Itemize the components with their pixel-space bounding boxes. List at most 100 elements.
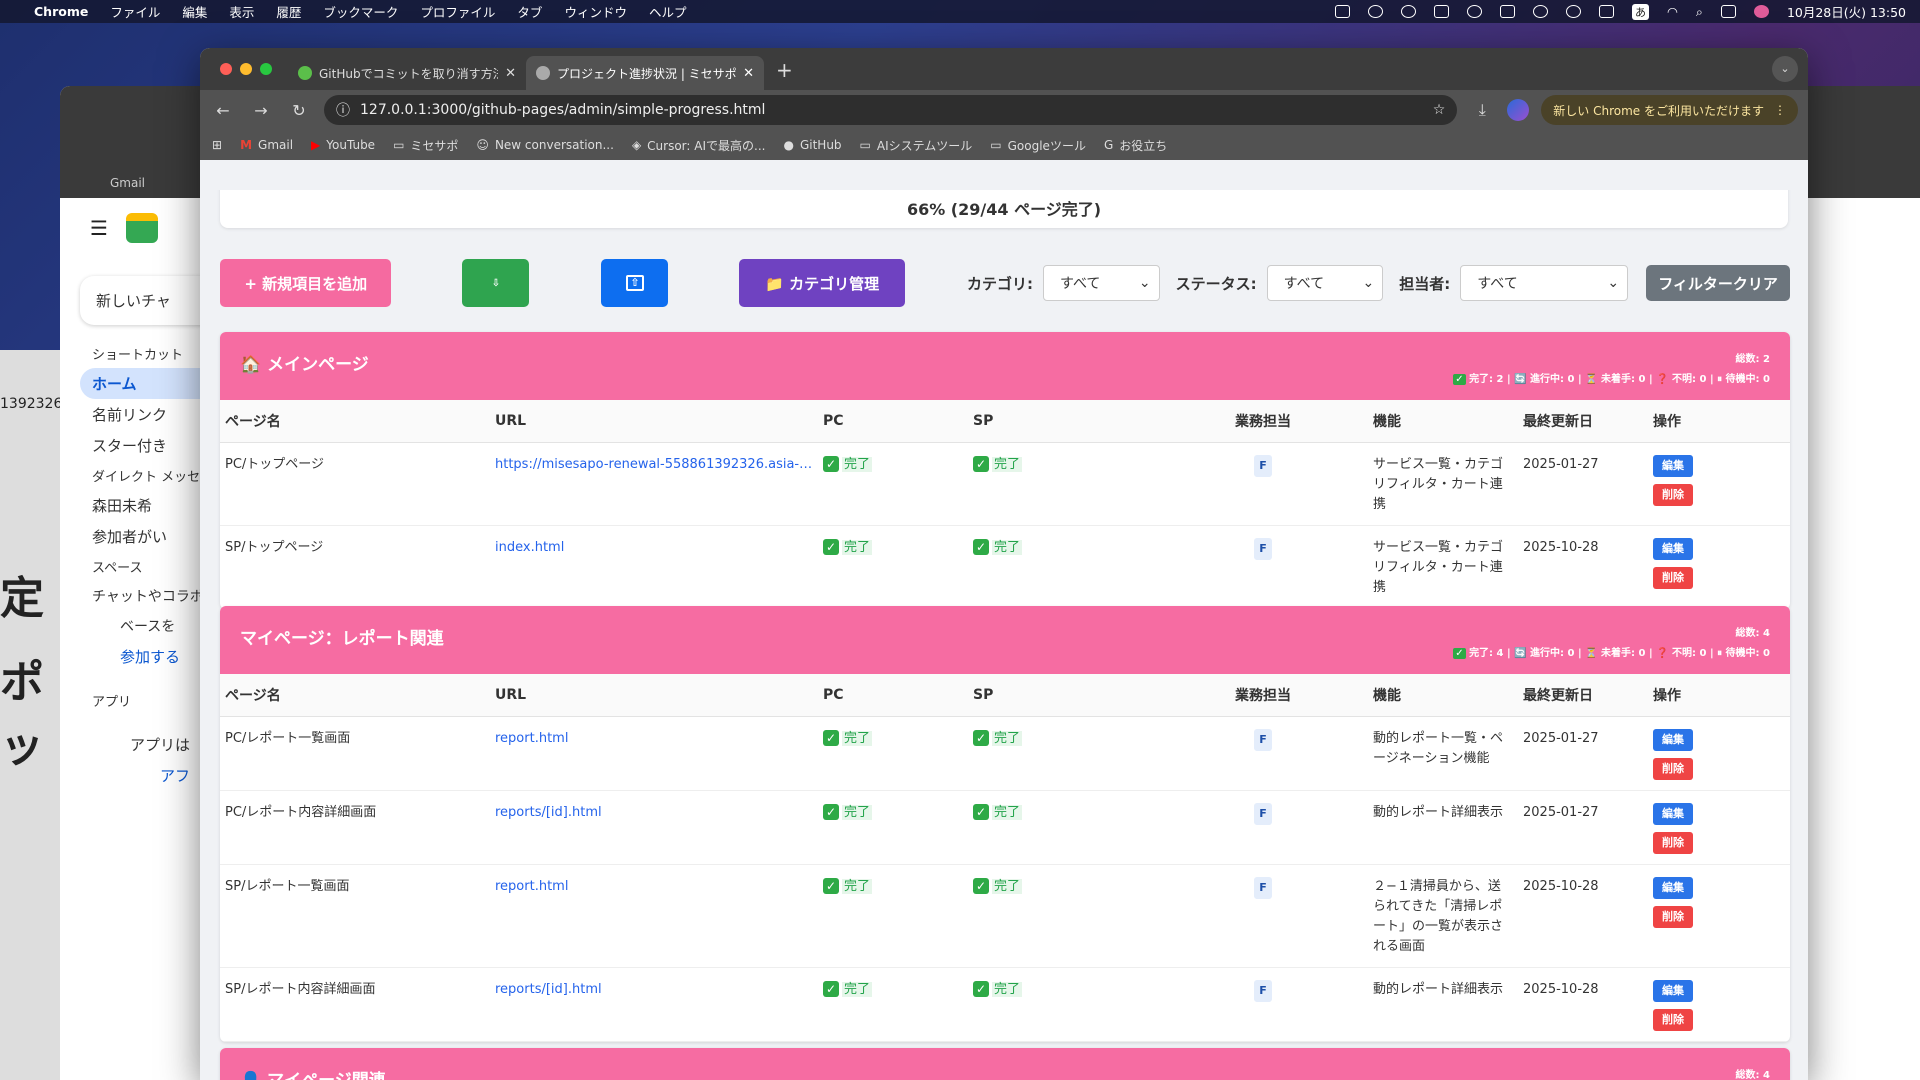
menu-edit[interactable]: 編集 <box>182 2 207 21</box>
control-center-icon[interactable] <box>1720 5 1736 18</box>
menu-file[interactable]: ファイル <box>110 2 160 21</box>
url-link[interactable]: reports/[id].html <box>490 790 818 865</box>
bookmark-youtube[interactable]: ▶ YouTube <box>311 138 375 152</box>
headphones-icon[interactable] <box>1401 5 1416 18</box>
delete-button[interactable]: 削除 <box>1653 566 1693 589</box>
add-item-button[interactable]: + 新規項目を追加 <box>220 259 392 307</box>
new-tab-button[interactable]: + <box>764 58 805 90</box>
site-info-icon[interactable]: ⓘ <box>336 100 350 120</box>
close-tab-icon[interactable]: ✕ <box>743 66 754 81</box>
updated-cell: 2025-01-27 <box>1518 790 1648 865</box>
bookmark-ai-tools[interactable]: ▭ AIシステムツール <box>860 137 973 154</box>
display-icon[interactable] <box>1599 5 1614 18</box>
search-icon[interactable]: ⌕ <box>1696 4 1703 20</box>
download-button[interactable]: ⇩ <box>462 259 530 307</box>
url-link[interactable]: index.html <box>490 525 818 609</box>
status-badge: ✓ 完了 <box>973 729 1023 746</box>
url-link[interactable]: report.html <box>490 716 818 791</box>
menu-tab[interactable]: タブ <box>517 2 542 21</box>
actions-cell: 編集 削除 <box>1648 967 1790 1042</box>
menu-app-name[interactable]: Chrome <box>34 4 88 19</box>
bookmark-label: New conversation... <box>494 138 614 152</box>
menu-help[interactable]: ヘルプ <box>649 2 687 21</box>
category-filter-select[interactable]: すべて ⌄ <box>1042 265 1160 301</box>
url-link[interactable]: reports/[id].html <box>490 967 818 1042</box>
filter-clear-button[interactable]: フィルタークリア <box>1646 265 1790 301</box>
bookmark-gmail[interactable]: Gmail <box>110 176 145 190</box>
category-manage-button[interactable]: 📁 カテゴリ管理 <box>739 259 905 307</box>
tab-search-icon[interactable]: ⌄ <box>1772 56 1798 82</box>
menu-clock[interactable]: 10月28日(火) 13:50 <box>1787 2 1906 21</box>
edit-button[interactable]: 編集 <box>1653 454 1693 477</box>
tab-github[interactable]: GitHubでコミットを取り消す方法 ✕ <box>288 56 526 90</box>
bookmark-misesapo[interactable]: ▭ ミセサポ <box>393 137 458 154</box>
edit-button[interactable]: 編集 <box>1653 979 1693 1002</box>
ime-indicator[interactable]: あ <box>1632 3 1649 20</box>
status-filter-select[interactable]: すべて ⌄ <box>1266 265 1384 301</box>
address-bar[interactable]: ⓘ 127.0.0.1:3000/github-pages/admin/simp… <box>324 95 1458 125</box>
tab-progress[interactable]: プロジェクト進捗状況 | ミセサポ ✕ <box>526 56 764 90</box>
edit-button[interactable]: 編集 <box>1653 802 1693 825</box>
column-header: 業務担当 <box>1158 400 1368 443</box>
apps-grid-icon[interactable]: ⊞ <box>212 138 222 152</box>
more-menu-icon[interactable]: ⋮ <box>1774 103 1786 117</box>
address-url[interactable]: 127.0.0.1:3000/github-pages/admin/simple… <box>360 102 1423 118</box>
wifi-icon[interactable]: ◠ <box>1667 4 1678 19</box>
url-link[interactable]: https://misesapo-renewal-558861392326.as… <box>490 442 818 526</box>
profile-avatar[interactable] <box>1507 99 1530 121</box>
maximize-window-button[interactable] <box>260 63 272 75</box>
bookmark-new-conversation[interactable]: ☺ New conversation... <box>476 138 614 152</box>
hamburger-menu-icon[interactable]: ☰ <box>90 216 108 240</box>
window-icon[interactable] <box>1500 5 1515 18</box>
bookmark-github[interactable]: ● GitHub <box>783 138 841 152</box>
upload-button[interactable]: ⇧ <box>601 259 669 307</box>
url-link[interactable]: report.html <box>490 864 818 968</box>
section-title: マイページ：レポート関連 <box>240 629 444 649</box>
bookmark-useful[interactable]: G お役立ち <box>1104 137 1167 154</box>
section-mypage: 👤 マイページ関連 総数: 4 <box>220 1048 1790 1080</box>
close-tab-icon[interactable]: ✕ <box>505 66 516 81</box>
menu-history[interactable]: 履歴 <box>276 2 301 21</box>
reload-icon[interactable]: ↻ <box>286 101 312 120</box>
check-icon: ✓ <box>1453 648 1466 659</box>
assignee-cell: F <box>1158 716 1368 791</box>
menu-profile[interactable]: プロファイル <box>420 2 495 21</box>
table-row: SP/トップページ index.html ✓ 完了 ✓ 完了 F サービス一覧・カテ… <box>220 525 1790 609</box>
forward-icon[interactable]: → <box>248 101 274 120</box>
bookmark-cursor[interactable]: ◈ Cursor: AIで最高の... <box>632 137 766 154</box>
back-icon[interactable]: ← <box>210 101 236 120</box>
delete-button[interactable]: 削除 <box>1653 757 1693 780</box>
minimize-window-button[interactable] <box>240 63 252 75</box>
bookmark-gmail[interactable]: M Gmail <box>240 138 293 152</box>
sp-status-cell: ✓ 完了 <box>968 716 1158 791</box>
download-icon[interactable]: ⤓ <box>1469 100 1495 120</box>
assignee-badge: F <box>1254 537 1272 560</box>
delete-button[interactable]: 削除 <box>1653 905 1693 928</box>
status-icon[interactable] <box>1368 5 1383 18</box>
update-chrome-button[interactable]: 新しい Chrome をご利用いただけます ⋮ <box>1541 95 1798 125</box>
status-badge: ✓ 完了 <box>973 803 1023 820</box>
menu-window[interactable]: ウィンドウ <box>564 2 627 21</box>
menu-bookmarks[interactable]: ブックマーク <box>323 2 398 21</box>
close-window-button[interactable] <box>220 63 232 75</box>
siri-icon[interactable] <box>1753 5 1769 18</box>
edit-button[interactable]: 編集 <box>1653 537 1693 560</box>
edit-button[interactable]: 編集 <box>1653 728 1693 751</box>
section-total: 総数: 4 <box>1735 628 1770 639</box>
delete-button[interactable]: 削除 <box>1653 831 1693 854</box>
bookmark-label: YouTube <box>326 138 376 152</box>
edit-button[interactable]: 編集 <box>1653 876 1693 899</box>
bookmark-star-icon[interactable]: ☆ <box>1433 102 1446 118</box>
chat-icon[interactable] <box>1467 5 1482 18</box>
assignee-filter-select[interactable]: すべて ⌄ <box>1460 265 1629 301</box>
delete-button[interactable]: 削除 <box>1653 1008 1693 1031</box>
battery-icon[interactable] <box>1434 5 1449 18</box>
bookmark-google-tools[interactable]: ▭ Googleツール <box>990 137 1086 154</box>
youtube-icon: ▶ <box>311 138 321 152</box>
play-icon[interactable] <box>1533 5 1548 18</box>
menu-view[interactable]: 表示 <box>229 2 254 21</box>
folder-icon: ▭ <box>393 138 405 152</box>
delete-button[interactable]: 削除 <box>1653 483 1693 506</box>
user-icon[interactable] <box>1566 5 1581 18</box>
status-icon[interactable] <box>1335 5 1350 18</box>
